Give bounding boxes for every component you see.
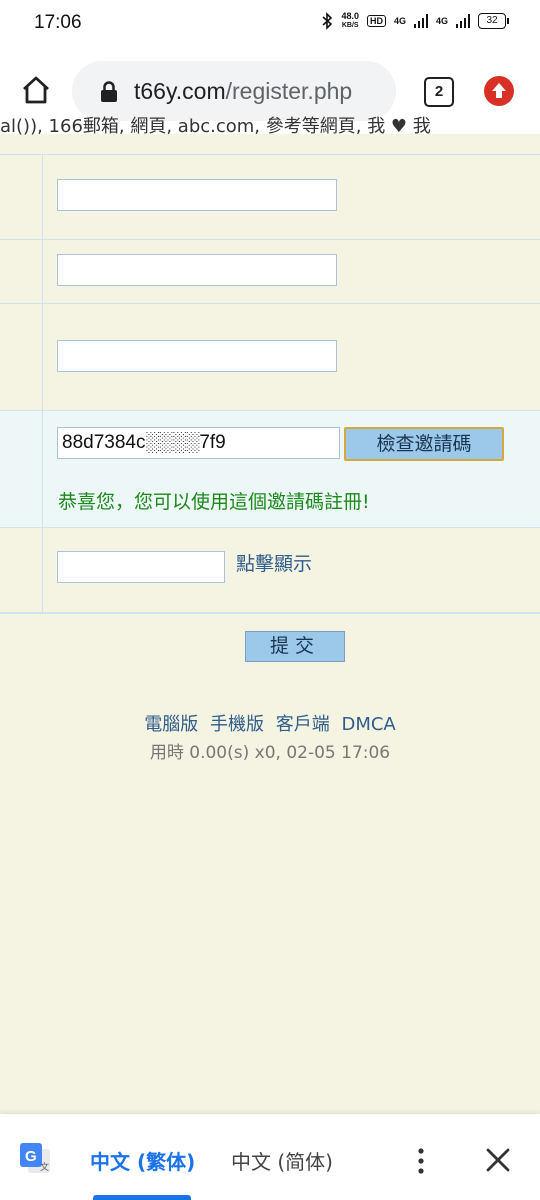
footer-link-desktop[interactable]: 電腦版 xyxy=(144,714,198,735)
battery-icon: 32 xyxy=(478,13,509,29)
submit-button[interactable]: 提交 xyxy=(245,631,345,662)
footer-link-client[interactable]: 客戶端 xyxy=(276,714,330,735)
lock-icon xyxy=(101,81,117,102)
bluetooth-icon xyxy=(322,12,333,30)
url-path: /register.php xyxy=(225,78,353,104)
text-field-1[interactable] xyxy=(57,179,337,211)
form-label-cell xyxy=(0,155,43,239)
close-icon[interactable] xyxy=(484,1146,512,1174)
google-translate-icon: G 文 xyxy=(20,1143,50,1173)
success-message: 恭喜您，您可以使用這個邀請碼註冊! xyxy=(58,491,370,513)
form-row-invite: 檢查邀請碼 恭喜您，您可以使用這個邀請碼註冊! xyxy=(0,411,540,528)
lang-tab-simplified[interactable]: 中文 (简体) xyxy=(231,1146,333,1175)
net-speed-unit: KB/S xyxy=(341,22,359,29)
signal-4g-2: 4G xyxy=(435,16,448,26)
signal-4g-1: 4G xyxy=(393,16,406,26)
page-top-text: al()), 166郵箱, 網頁, abc.com, 參考等網頁, 我 ♥ 我 xyxy=(0,116,431,137)
footer-link-mobile[interactable]: 手機版 xyxy=(210,714,264,735)
text-field-2[interactable] xyxy=(57,254,337,286)
show-captcha-link[interactable]: 點擊顯示 xyxy=(236,549,312,576)
status-bar: 17:06 48.0 KB/S HD 4G 4G 32 xyxy=(0,0,540,46)
address-bar[interactable]: t66y.com/register.php xyxy=(72,61,396,121)
selected-tab-indicator xyxy=(93,1195,191,1200)
status-icons: 48.0 KB/S HD 4G 4G 32 xyxy=(321,12,509,30)
form-label-cell xyxy=(0,304,43,410)
form-label-cell xyxy=(0,239,43,303)
home-icon[interactable] xyxy=(20,74,52,106)
footer-links: 電腦版 手機版 客戶端 DMCA xyxy=(0,710,540,736)
form-label-cell xyxy=(0,411,43,527)
signal-bars-icon xyxy=(413,14,428,28)
arrow-up-icon xyxy=(492,83,506,98)
net-speed-value: 48.0 xyxy=(341,11,359,21)
form-row-1 xyxy=(0,154,540,240)
form-row-captcha: 點擊顯示 xyxy=(0,528,540,614)
signal-bars-icon-2 xyxy=(456,14,470,28)
svg-text:G: G xyxy=(25,1148,37,1165)
translate-bar: G 文 中文 (繁体) 中文 (简体) xyxy=(0,1114,540,1200)
url-text: t66y.com/register.php xyxy=(134,78,352,105)
lang-tab-traditional[interactable]: 中文 (繁体) xyxy=(90,1146,195,1175)
form-row-2 xyxy=(0,239,540,304)
form-row-3 xyxy=(0,304,540,411)
text-field-3[interactable] xyxy=(57,340,337,372)
check-invite-button[interactable]: 檢查邀請碼 xyxy=(344,427,504,461)
update-button[interactable] xyxy=(484,76,514,106)
footer-info: 用時 0.00(s) x0, 02-05 17:06 xyxy=(149,743,391,763)
net-speed: 48.0 KB/S xyxy=(341,12,359,30)
captcha-input[interactable] xyxy=(57,551,225,583)
more-options-icon[interactable] xyxy=(411,1146,431,1176)
status-time: 17:06 xyxy=(34,12,82,33)
url-domain: t66y.com xyxy=(134,78,226,104)
svg-text:文: 文 xyxy=(40,1161,49,1173)
form-label-cell xyxy=(0,528,43,612)
tab-switcher-button[interactable]: 2 xyxy=(424,77,454,107)
hd-badge: HD xyxy=(366,15,386,27)
invite-code-input[interactable] xyxy=(57,427,340,459)
footer-link-dmca[interactable]: DMCA xyxy=(341,714,395,735)
